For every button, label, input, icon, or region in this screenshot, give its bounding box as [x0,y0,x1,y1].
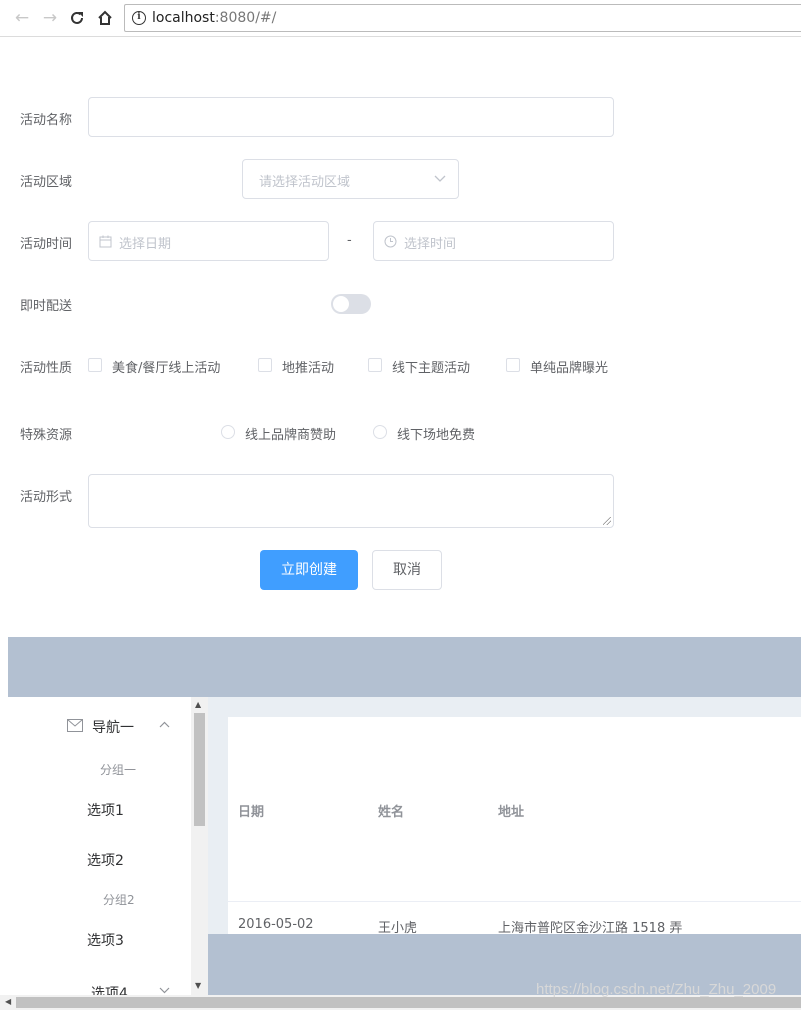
resource-option-1: 线上品牌商赞助 [245,428,337,443]
type-option-2: 地推活动 [282,361,335,376]
region-placeholder: 请选择活动区域 [259,175,351,190]
back-arrow-icon[interactable]: ← [12,8,32,28]
table-cell-date: 2016-05-02 [238,917,314,932]
message-icon [67,719,83,732]
url-host: localhost [152,10,215,26]
time-placeholder: 选择时间 [404,237,457,252]
url-text: localhost:8080/#/ [152,10,276,26]
scroll-left-arrow-icon[interactable]: ◀ [5,997,11,1006]
clock-icon [384,235,397,248]
type-option-4: 单纯品牌曝光 [530,361,609,376]
submenu-title-nav1[interactable]: 导航一 [92,717,134,737]
sidebar-menu: 导航一 分组一 选项1 选项2 分组2 选项3 选项4 [8,697,191,995]
resource-radio-1[interactable] [221,425,235,439]
table-row-divider [228,901,801,902]
menu-group-2: 分组2 [103,893,135,907]
type-option-3: 线下主题活动 [392,361,471,376]
menu-item-2[interactable]: 选项2 [87,850,124,870]
sidebar-scrollbar[interactable]: ▲ ▼ [191,697,208,995]
instant-delivery-label: 即时配送 [20,299,73,314]
resource-option-2: 线下场地免费 [397,428,476,443]
activity-form-textarea[interactable] [88,474,614,528]
table-header-name: 姓名 [378,805,405,820]
activity-region-label: 活动区域 [20,175,73,190]
data-table: 日期 姓名 地址 2016-05-02 王小虎 上海市普陀区金沙江路 1518 … [228,717,801,936]
scroll-down-arrow-icon[interactable]: ▼ [195,981,201,990]
type-checkbox-4[interactable] [506,358,520,372]
url-rest: :8080/#/ [214,10,277,26]
page-scrollbar-thumb[interactable] [16,997,801,1008]
chevron-down-icon[interactable] [159,987,170,994]
special-resource-label: 特殊资源 [20,428,73,443]
type-checkbox-1[interactable] [88,358,102,372]
time-picker-input[interactable]: 选择时间 [373,221,614,261]
resource-radio-2[interactable] [373,425,387,439]
activity-name-input[interactable] [88,97,614,137]
resize-handle[interactable] [603,517,611,525]
home-icon[interactable] [95,8,115,28]
address-bar[interactable]: i localhost:8080/#/ [124,4,801,32]
activity-region-select[interactable]: 请选择活动区域 [242,159,459,199]
layout-header [8,637,801,697]
menu-group-1: 分组一 [100,763,137,777]
create-button[interactable]: 立即创建 [260,550,358,590]
submenu-title-option4[interactable]: 选项4 [91,983,128,995]
instant-delivery-switch[interactable] [331,294,371,314]
sidebar-scrollbar-thumb[interactable] [194,713,205,826]
type-option-1: 美食/餐厅线上活动 [112,361,221,376]
date-placeholder: 选择日期 [119,237,172,252]
date-picker-input[interactable]: 选择日期 [88,221,329,261]
activity-time-label: 活动时间 [20,237,73,252]
activity-name-label: 活动名称 [20,113,73,128]
time-separator: - [347,233,352,248]
calendar-icon [99,235,112,248]
table-header-date: 日期 [238,805,265,820]
activity-form-label: 活动形式 [20,490,73,505]
activity-type-label: 活动性质 [20,361,73,376]
chevron-down-icon [434,175,446,182]
chevron-up-icon[interactable] [159,721,170,728]
menu-item-1[interactable]: 选项1 [87,800,124,820]
cancel-button[interactable]: 取消 [372,550,442,590]
scroll-up-arrow-icon[interactable]: ▲ [195,700,201,709]
watermark: https://blog.csdn.net/Zhu_Zhu_2009 [536,981,777,998]
browser-toolbar: ← → i localhost:8080/#/ [0,0,801,37]
reload-icon[interactable] [67,8,87,28]
menu-item-3[interactable]: 选项3 [87,930,124,950]
type-checkbox-2[interactable] [258,358,272,372]
type-checkbox-3[interactable] [368,358,382,372]
info-icon[interactable]: i [132,11,146,25]
forward-arrow-icon[interactable]: → [40,8,60,28]
table-header-address: 地址 [498,805,525,820]
